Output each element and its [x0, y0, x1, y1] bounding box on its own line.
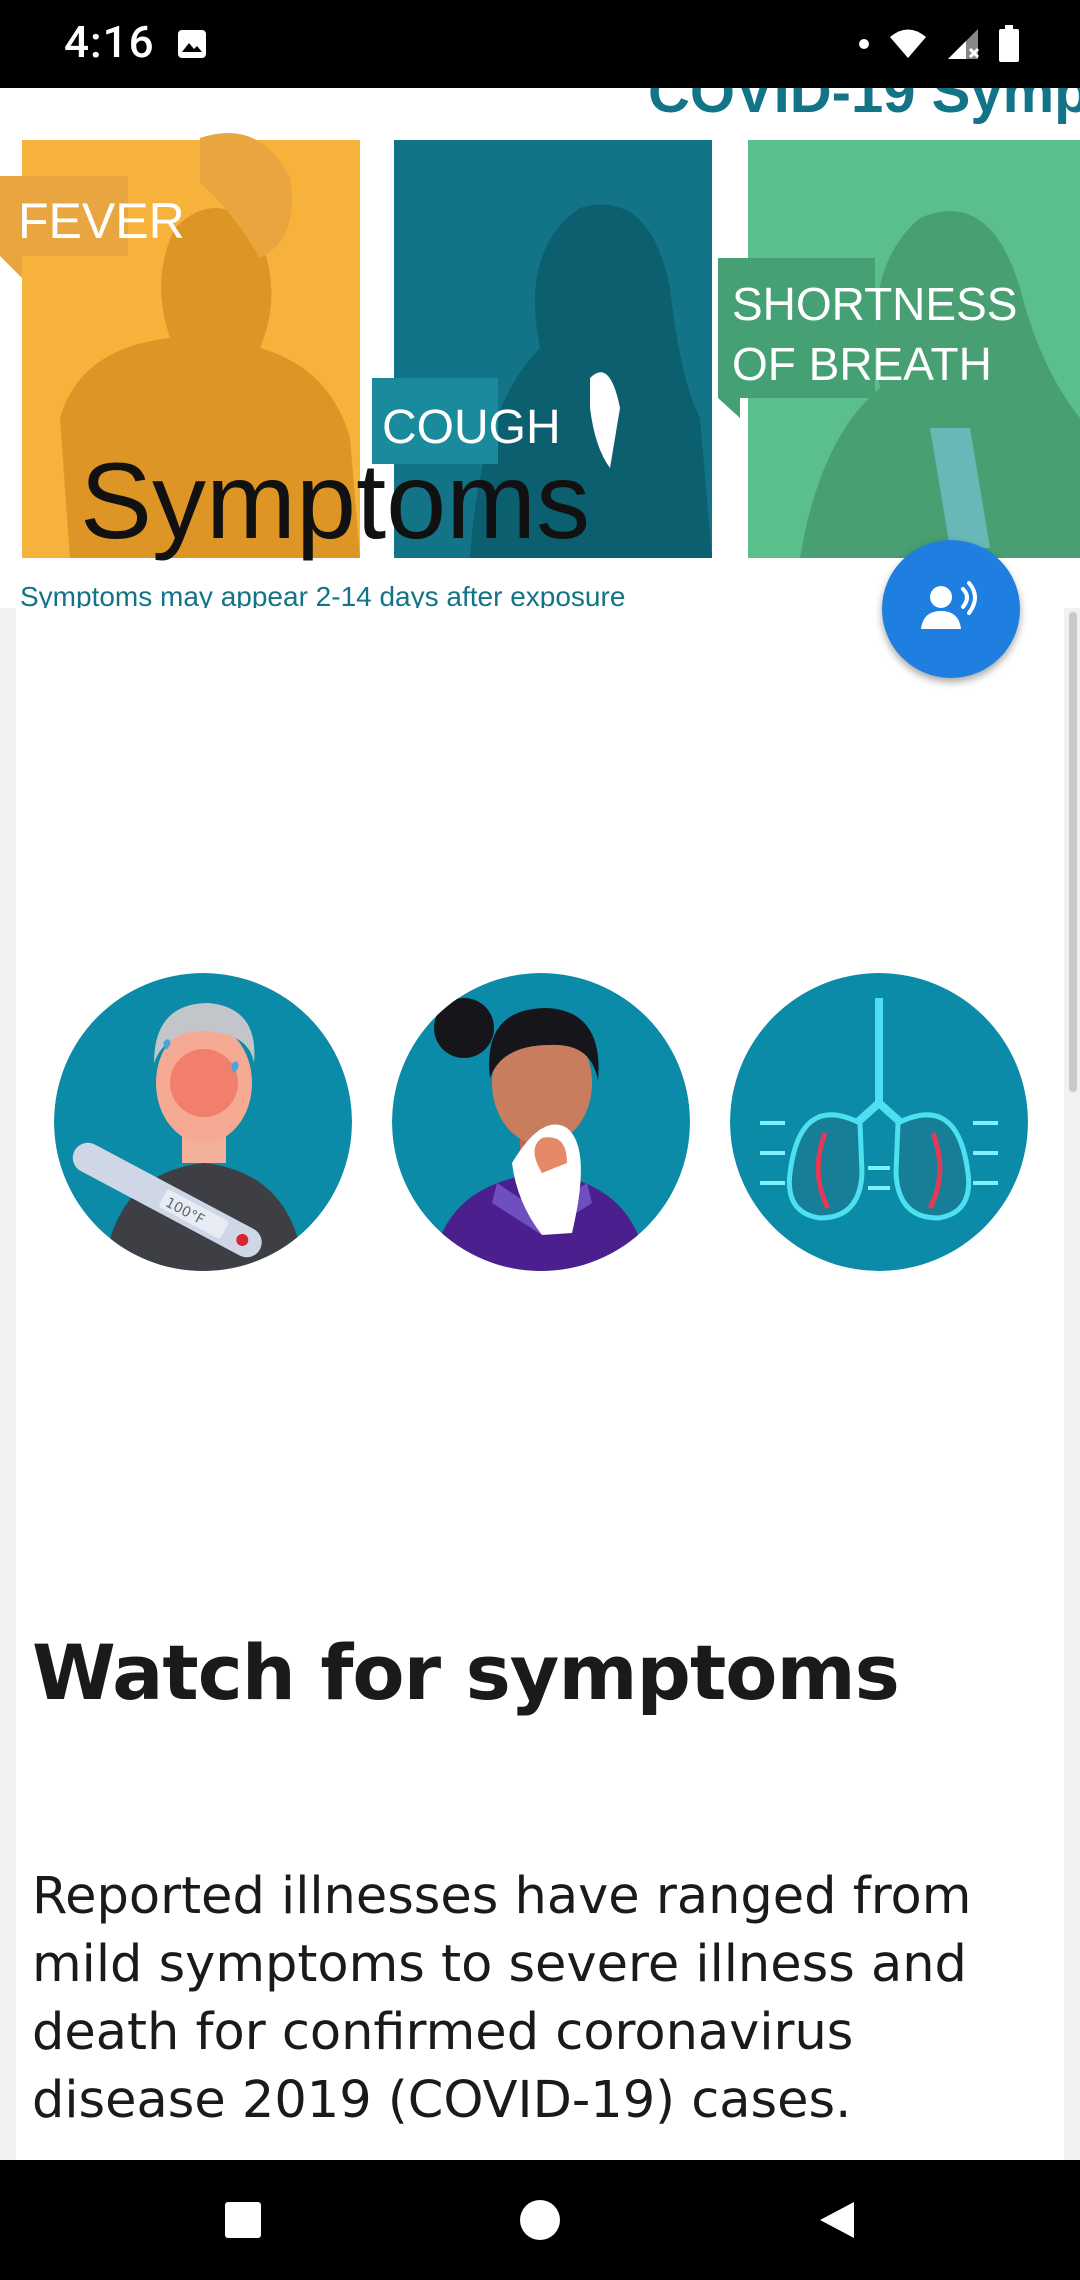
- symptom-illustrations: 100°F: [54, 973, 1044, 1273]
- header: FEVER COUGH SHORTNESS OF BREATH COVID-19…: [0, 88, 1080, 608]
- wifi-icon: [890, 29, 926, 58]
- home-icon: [520, 2200, 560, 2240]
- section-body: Reported illnesses have ranged from mild…: [32, 1867, 972, 2130]
- recents-icon: [225, 2202, 261, 2238]
- scrollbar[interactable]: [1069, 612, 1077, 1092]
- cough-illustration: [392, 973, 690, 1271]
- page-title: Symptoms: [80, 440, 591, 561]
- status-time: 4:16: [64, 16, 155, 68]
- recents-button[interactable]: [203, 2180, 283, 2260]
- status-icons: [858, 22, 1020, 66]
- content-card: 100°F Watch for symptoms Reported illnes…: [16, 608, 1064, 2160]
- banner-fever-label: FEVER: [18, 193, 185, 249]
- photo-icon: [178, 30, 206, 58]
- navigation-bar: [0, 2160, 1080, 2280]
- banner-breath-label-line2: OF BREATH: [732, 338, 992, 390]
- battery-icon: [999, 25, 1019, 62]
- back-icon: [820, 2202, 854, 2238]
- text-to-speech-button[interactable]: [882, 540, 1020, 678]
- status-bar: 4:16: [0, 0, 1080, 88]
- signal-icon: [948, 29, 980, 59]
- banner-caption: Symptoms may appear 2-14 days after expo…: [20, 581, 625, 608]
- home-button[interactable]: [500, 2180, 580, 2260]
- banner-breath-label-line1: SHORTNESS: [732, 278, 1017, 330]
- banner-title: COVID-19 Symptoms: [648, 88, 1080, 125]
- section-heading: Watch for symptoms: [32, 1628, 900, 1717]
- voice-speak-icon: [921, 581, 977, 629]
- fever-illustration: 100°F: [54, 973, 352, 1271]
- dot-icon: [859, 39, 869, 49]
- back-button[interactable]: [796, 2180, 876, 2260]
- shortness-of-breath-illustration: [730, 973, 1028, 1271]
